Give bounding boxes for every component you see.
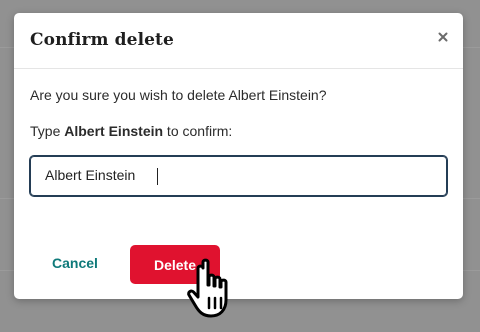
confirm-name-input[interactable] bbox=[45, 167, 425, 183]
dialog-header: Confirm delete bbox=[14, 13, 463, 69]
confirm-delete-dialog: Confirm delete Are you sure you wish to … bbox=[14, 13, 463, 299]
confirm-name-field[interactable] bbox=[29, 155, 448, 197]
cancel-button[interactable]: Cancel bbox=[52, 255, 98, 271]
text-caret bbox=[157, 168, 158, 185]
hand-pointer-cursor-icon bbox=[187, 258, 228, 318]
confirm-prefix: Type bbox=[30, 123, 65, 139]
confirm-instruction: Type Albert Einstein to confirm: bbox=[30, 123, 232, 139]
confirm-suffix: to confirm: bbox=[163, 123, 233, 139]
confirm-name: Albert Einstein bbox=[64, 123, 164, 139]
close-icon bbox=[438, 32, 448, 42]
delete-question: Are you sure you wish to delete Albert E… bbox=[30, 87, 327, 103]
dialog-title: Confirm delete bbox=[30, 30, 174, 50]
close-button[interactable] bbox=[435, 29, 451, 45]
